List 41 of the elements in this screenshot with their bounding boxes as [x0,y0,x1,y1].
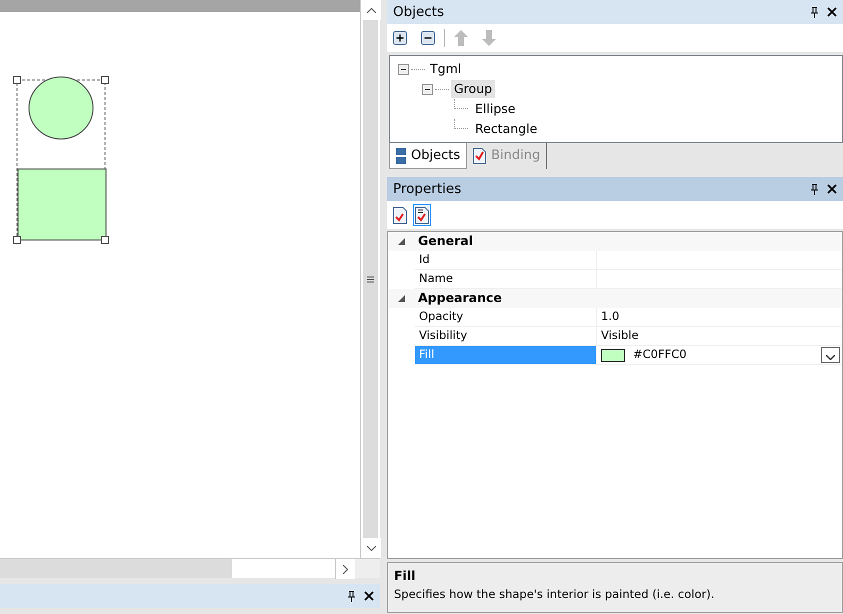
pin-icon[interactable] [347,590,356,602]
value-cell[interactable] [596,251,842,270]
grip-icon [367,276,374,282]
scroll-right-button[interactable] [335,559,355,579]
scrollbar-thumb[interactable] [0,559,232,578]
collapse-icon[interactable] [421,31,435,45]
close-icon[interactable] [827,7,837,17]
categorized-view-button[interactable] [413,204,431,226]
description-title: Fill [394,567,416,585]
chevron-right-icon [343,564,348,574]
chevron-down-icon [826,355,835,360]
scrollbar-corner [355,559,380,578]
property-name[interactable]: Opacity [415,308,596,327]
tree-toggle[interactable] [422,84,433,94]
checked-document-icon [473,148,486,164]
panel-title: Objects [393,2,444,22]
property-value[interactable]: Visible [601,327,639,345]
tree-item[interactable]: Rectangle [472,120,540,138]
panel-tab[interactable]: Objects [389,143,468,169]
category-label: General [418,232,473,250]
pin-icon[interactable] [810,6,819,18]
tree-item[interactable]: Group [451,80,496,98]
tree-toggle[interactable] [398,64,409,74]
group-selection-drawing[interactable] [13,76,109,244]
expand-icon[interactable] [393,31,407,45]
chevron-up-icon [366,8,376,12]
property-name[interactable]: Id [415,251,596,270]
panel-title: Properties [393,180,462,199]
chevron-down-icon [366,546,376,550]
pin-icon[interactable] [810,184,819,194]
category-label: Appearance [418,289,502,308]
tree-item[interactable]: Tgml [427,60,464,78]
tree-item[interactable]: Ellipse [472,100,518,118]
description-text: Specifies how the shape's interior is painted (i.e. color). [394,586,716,603]
property-value[interactable]: 1.0 [601,308,620,326]
close-icon[interactable] [827,184,837,194]
panels-icon [396,148,406,164]
dropdown-button[interactable] [821,347,840,363]
scrollbar-thumb[interactable] [363,20,378,538]
close-icon[interactable] [364,591,374,601]
property-value[interactable]: #C0FFC0 [633,346,687,364]
